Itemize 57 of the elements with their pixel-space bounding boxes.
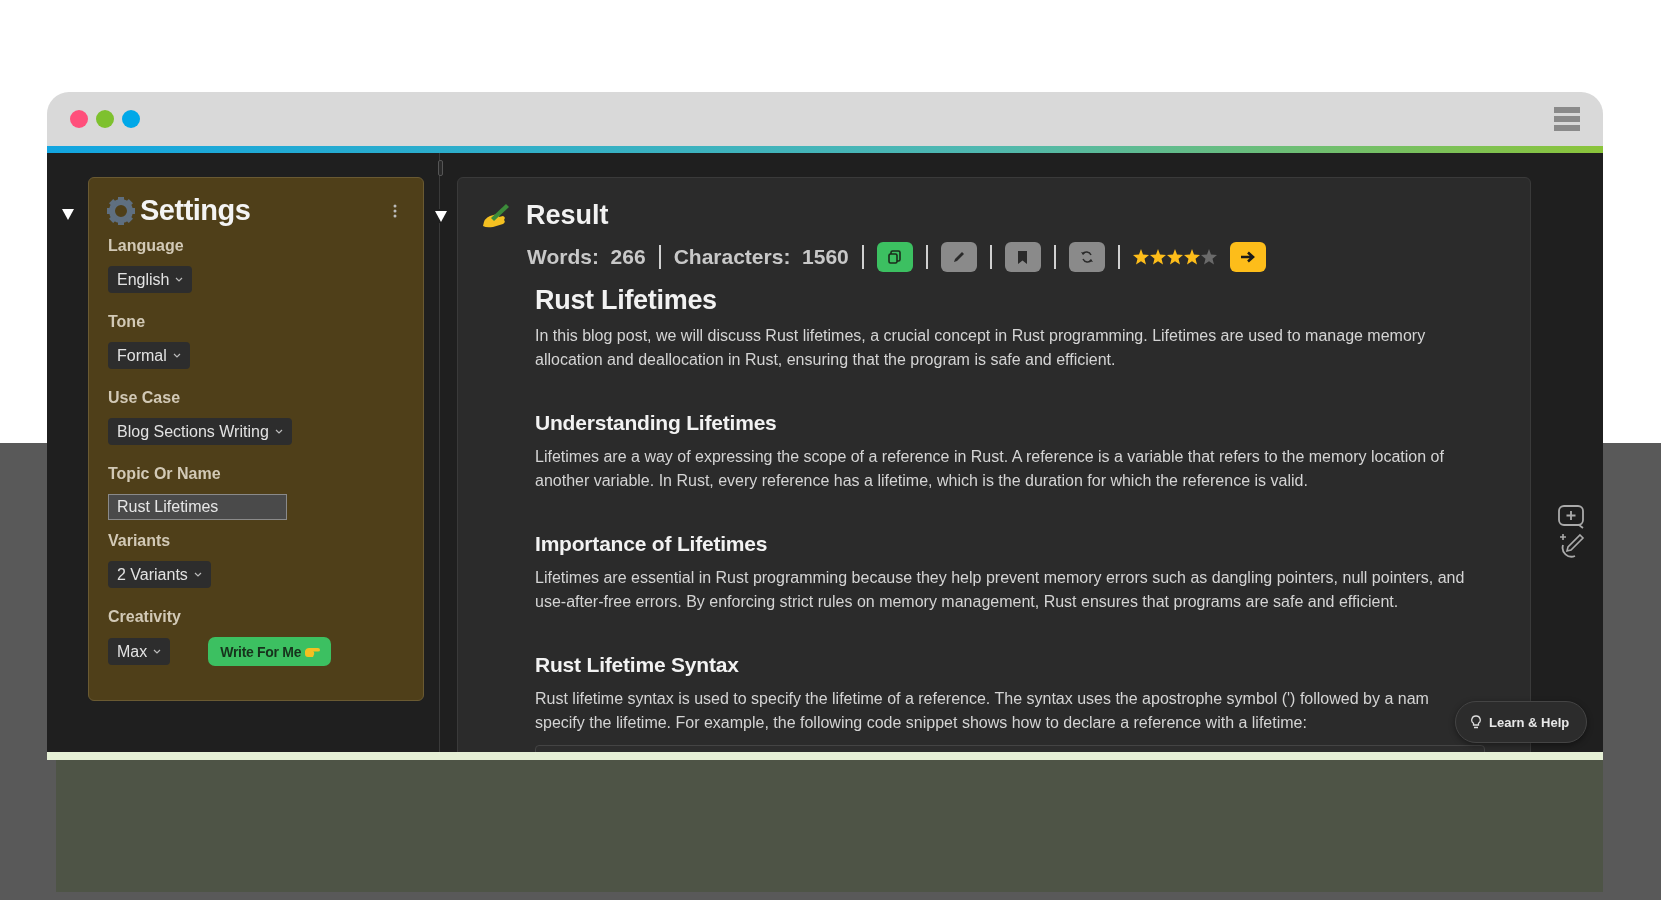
pointing-hand-icon [304,645,321,658]
arrow-right-icon [1239,251,1256,263]
section-heading: Understanding Lifetimes [535,410,778,436]
copy-icon [887,250,902,264]
stat-text: Words: 266 [527,245,646,269]
field-label: Language [108,236,185,256]
refresh-button[interactable] [1068,242,1105,272]
result-title: Result [526,199,609,231]
edit-button[interactable] [940,242,977,272]
menu-icon [1554,107,1580,131]
paragraph: Lifetimes are essential in Rust programming because they help prevent memory errors such as dangling pointers, null pointers, and use-after-free errors. By enforcing strict rules on memory management, Rust ensures that programs are safe and efficient. [535,568,1466,612]
paragraph-line: specify the lifetime. For example, the following code snippet shows how to declare a reference with a lifetime: [535,713,1307,733]
chevron-down-icon [153,649,162,654]
collapse-arrow-icon[interactable] [60,207,75,221]
chevron-down-icon [193,572,202,577]
filled-star-icon [1149,249,1166,265]
gear-icon [106,195,136,226]
bookmark-button[interactable] [1004,242,1041,272]
stat-text: Characters: 1560 [673,245,849,269]
article-title: Rust Lifetimes [535,284,718,316]
filled-star-icon [1166,249,1183,265]
chevron-down-icon [172,353,181,358]
copy-button[interactable] [876,242,913,272]
next-button[interactable] [1229,242,1266,272]
pencil-icon [951,250,966,264]
field-label: Use Case [108,388,182,408]
bookmark-icon [1017,250,1029,264]
panel-title: Settings [140,194,251,227]
magic-pen-icon[interactable] [1557,531,1585,559]
filled-star-icon [1183,249,1200,265]
filled-star-icon [1132,249,1149,265]
lightbulb-icon [1471,715,1481,729]
chevron-down-icon [274,429,283,434]
input-field[interactable]: Rust Lifetimes [108,494,287,520]
dropdown[interactable]: 2 Variants [108,561,211,588]
refresh-icon [1079,250,1094,264]
resize-handle[interactable] [438,160,443,176]
writing-hand-icon [481,202,511,228]
chevron-down-icon [175,277,184,282]
paragraph: Lifetimes are a way of expressing the scope of a reference in Rust. A reference is a variable that refers to the memory location of another variable. In Rust, every reference has a lifetime, which is the duration for which the reference is valid. [535,447,1445,491]
paragraph-line: Rust lifetime syntax is used to specify the lifetime of a reference. The syntax uses the apostrophe symbol (') followed by a nam [535,689,1429,709]
section-heading: Importance of Lifetimes [535,531,769,557]
section-heading: Rust Lifetime Syntax [535,652,740,678]
field-label: Variants [108,531,172,551]
field-label: Topic Or Name [108,464,222,484]
field-label: Tone [108,312,147,332]
dropdown[interactable]: Blog Sections Writing [108,418,292,445]
more-options-icon[interactable] [393,203,397,218]
help-button[interactable]: Learn & Help [1455,701,1588,743]
dropdown[interactable]: English [108,266,193,293]
paragraph: In this blog post, we will discuss Rust lifetimes, a crucial concept in Rust programming. Lifetimes are used to manage memory allocation and deallocation in Rust, ensuring that the program is safe and efficient. [535,326,1427,370]
write-button[interactable]: Write For Me [208,637,332,666]
star-rating[interactable] [1132,249,1217,265]
dropdown[interactable]: Max [108,638,171,665]
dropdown[interactable]: Formal [108,342,190,369]
field-label: Creativity [108,607,182,627]
add-comment-icon[interactable] [1557,503,1585,529]
